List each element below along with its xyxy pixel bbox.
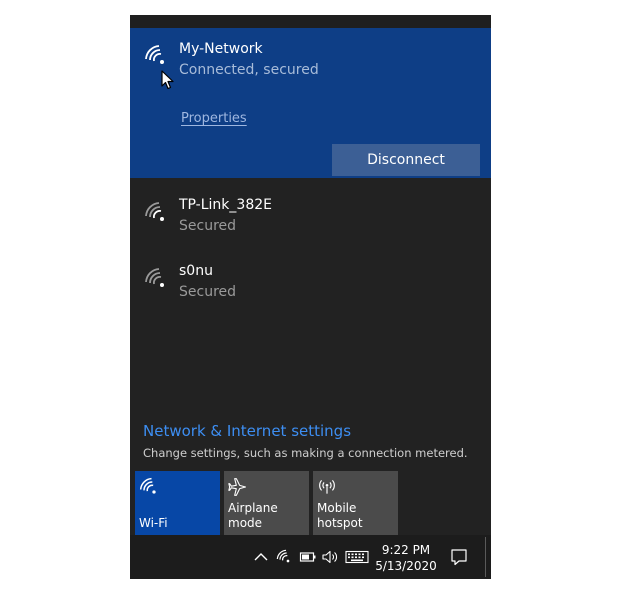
mouse-cursor-icon [161, 70, 174, 90]
wifi-signal-icon [145, 202, 164, 221]
chevron-up-icon[interactable] [252, 549, 270, 565]
network-settings-link[interactable]: Network & Internet settings [143, 422, 351, 440]
taskbar: 9:22 PM 5/13/2020 [130, 535, 491, 579]
quick-action-label: Wi-Fi [139, 516, 168, 530]
connected-network-name: My-Network [179, 41, 263, 57]
keyboard-icon[interactable] [345, 549, 369, 565]
quick-action-label: Airplane mode [228, 501, 278, 530]
connected-network-panel[interactable]: My-Network Connected, secured Properties… [130, 28, 491, 178]
network-name: TP-Link_382E [179, 197, 272, 213]
flyout-top-strip [130, 15, 491, 28]
network-name: s0nu [179, 263, 213, 279]
properties-link[interactable]: Properties [181, 111, 247, 126]
taskbar-divider [485, 537, 486, 577]
network-status: Secured [179, 284, 237, 300]
clock-date: 5/13/2020 [375, 559, 437, 573]
quick-action-label: Mobile hotspot [317, 501, 363, 530]
wifi-signal-icon [145, 268, 164, 287]
mobile-hotspot-quick-action[interactable]: Mobile hotspot [313, 471, 398, 535]
wifi-icon[interactable] [275, 549, 293, 565]
airplane-mode-quick-action[interactable]: Airplane mode [224, 471, 309, 535]
wifi-icon [139, 477, 156, 494]
network-list-item[interactable]: s0nu Secured [130, 257, 491, 317]
wifi-quick-action[interactable]: Wi-Fi [135, 471, 220, 535]
action-center-icon[interactable] [449, 547, 469, 567]
clock-time: 9:22 PM [381, 543, 431, 557]
network-list-item[interactable]: TP-Link_382E Secured [130, 191, 491, 251]
hotspot-icon [319, 479, 335, 494]
network-status: Secured [179, 218, 237, 234]
connected-network-status: Connected, secured [179, 62, 319, 78]
clock[interactable]: 9:22 PM 5/13/2020 [373, 542, 439, 574]
wifi-icon [145, 45, 164, 64]
disconnect-button[interactable]: Disconnect [332, 144, 480, 176]
battery-icon[interactable] [299, 549, 317, 565]
network-settings-description: Change settings, such as making a connec… [143, 446, 468, 460]
volume-icon[interactable] [321, 549, 339, 565]
network-flyout: My-Network Connected, secured Properties… [130, 15, 491, 535]
airplane-icon [228, 478, 247, 496]
